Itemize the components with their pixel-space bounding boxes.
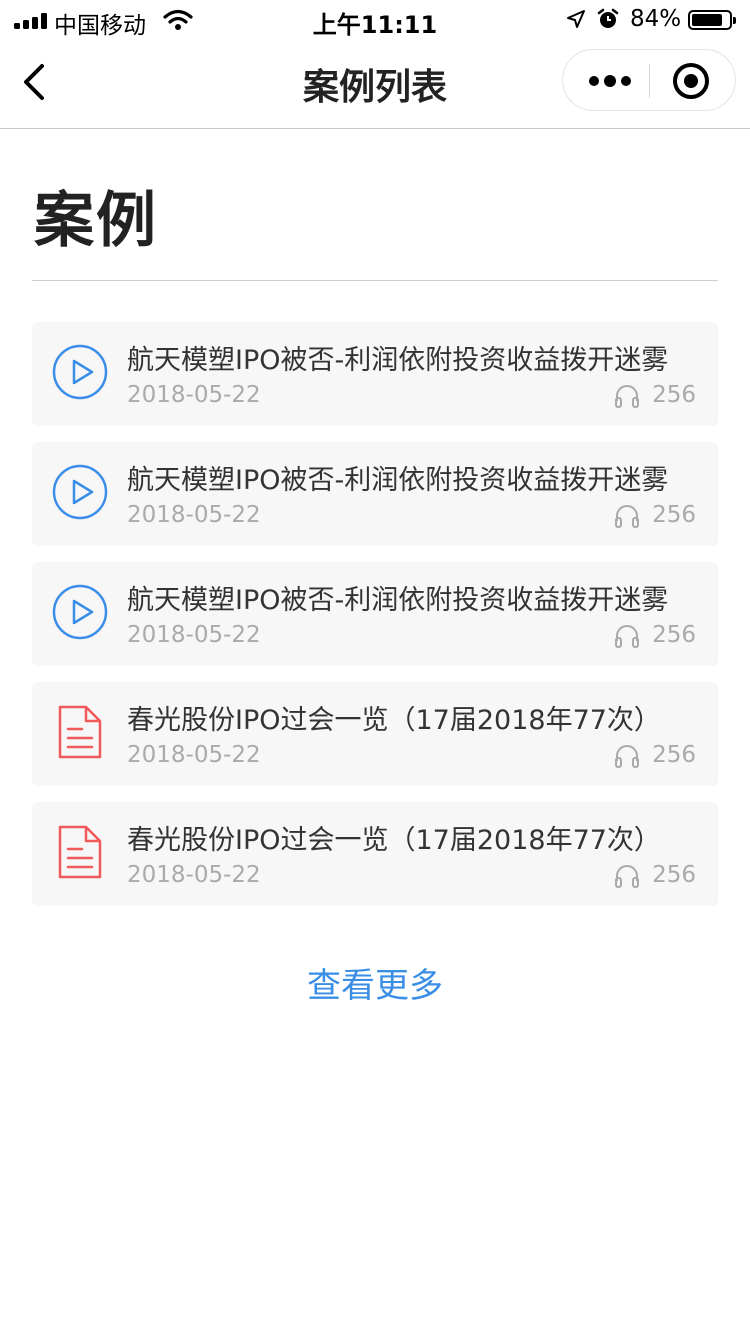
play-circle-icon bbox=[52, 464, 108, 520]
headphone-icon bbox=[615, 745, 639, 768]
capsule-divider bbox=[649, 64, 650, 98]
case-item[interactable]: 航天模塑IPO被否-利润依附投资收益拨开迷雾 2018-05-22 256 bbox=[32, 562, 718, 666]
battery-level bbox=[692, 14, 722, 26]
case-title: 航天模塑IPO被否-利润依附投资收益拨开迷雾 bbox=[127, 585, 669, 616]
case-list: 航天模塑IPO被否-利润依附投资收益拨开迷雾 2018-05-22 256 航天… bbox=[32, 322, 718, 922]
case-item[interactable]: 春光股份IPO过会一览（17届2018年77次） 2018-05-22 256 bbox=[32, 802, 718, 906]
mini-program-capsule bbox=[562, 49, 736, 111]
case-title: 航天模塑IPO被否-利润依附投资收益拨开迷雾 bbox=[127, 345, 669, 376]
alarm-icon bbox=[597, 8, 619, 28]
case-listen-count: 256 bbox=[652, 622, 696, 648]
status-bar: 中国移动 上午11:11 84% bbox=[0, 0, 750, 40]
document-icon bbox=[58, 825, 102, 879]
case-date: 2018-05-22 bbox=[127, 382, 261, 408]
case-date: 2018-05-22 bbox=[127, 742, 261, 768]
headphone-icon bbox=[615, 625, 639, 648]
page-heading: 案例 bbox=[34, 186, 158, 256]
battery-percent: 84% bbox=[630, 6, 682, 32]
case-listen-count: 256 bbox=[652, 862, 696, 888]
case-item[interactable]: 航天模塑IPO被否-利润依附投资收益拨开迷雾 2018-05-22 256 bbox=[32, 322, 718, 426]
play-circle-icon bbox=[52, 584, 108, 640]
case-date: 2018-05-22 bbox=[127, 502, 261, 528]
view-more-link[interactable]: 查看更多 bbox=[0, 958, 750, 1007]
case-date: 2018-05-22 bbox=[127, 862, 261, 888]
nav-bar: 案例列表 bbox=[0, 40, 750, 129]
case-title: 春光股份IPO过会一览（17届2018年77次） bbox=[127, 825, 661, 856]
case-date: 2018-05-22 bbox=[127, 622, 261, 648]
headphone-icon bbox=[615, 865, 639, 888]
case-listen-count: 256 bbox=[652, 382, 696, 408]
more-dots-icon[interactable] bbox=[579, 60, 639, 102]
document-icon bbox=[58, 705, 102, 759]
play-circle-icon bbox=[52, 344, 108, 400]
target-circle-icon[interactable] bbox=[673, 63, 709, 99]
headphone-icon bbox=[615, 505, 639, 528]
case-listen-count: 256 bbox=[652, 502, 696, 528]
battery-icon bbox=[688, 10, 736, 30]
case-title: 航天模塑IPO被否-利润依附投资收益拨开迷雾 bbox=[127, 465, 669, 496]
case-item[interactable]: 春光股份IPO过会一览（17届2018年77次） 2018-05-22 256 bbox=[32, 682, 718, 786]
divider bbox=[32, 280, 718, 281]
case-title: 春光股份IPO过会一览（17届2018年77次） bbox=[127, 705, 661, 736]
location-icon bbox=[567, 10, 585, 28]
case-item[interactable]: 航天模塑IPO被否-利润依附投资收益拨开迷雾 2018-05-22 256 bbox=[32, 442, 718, 546]
headphone-icon bbox=[615, 385, 639, 408]
case-listen-count: 256 bbox=[652, 742, 696, 768]
